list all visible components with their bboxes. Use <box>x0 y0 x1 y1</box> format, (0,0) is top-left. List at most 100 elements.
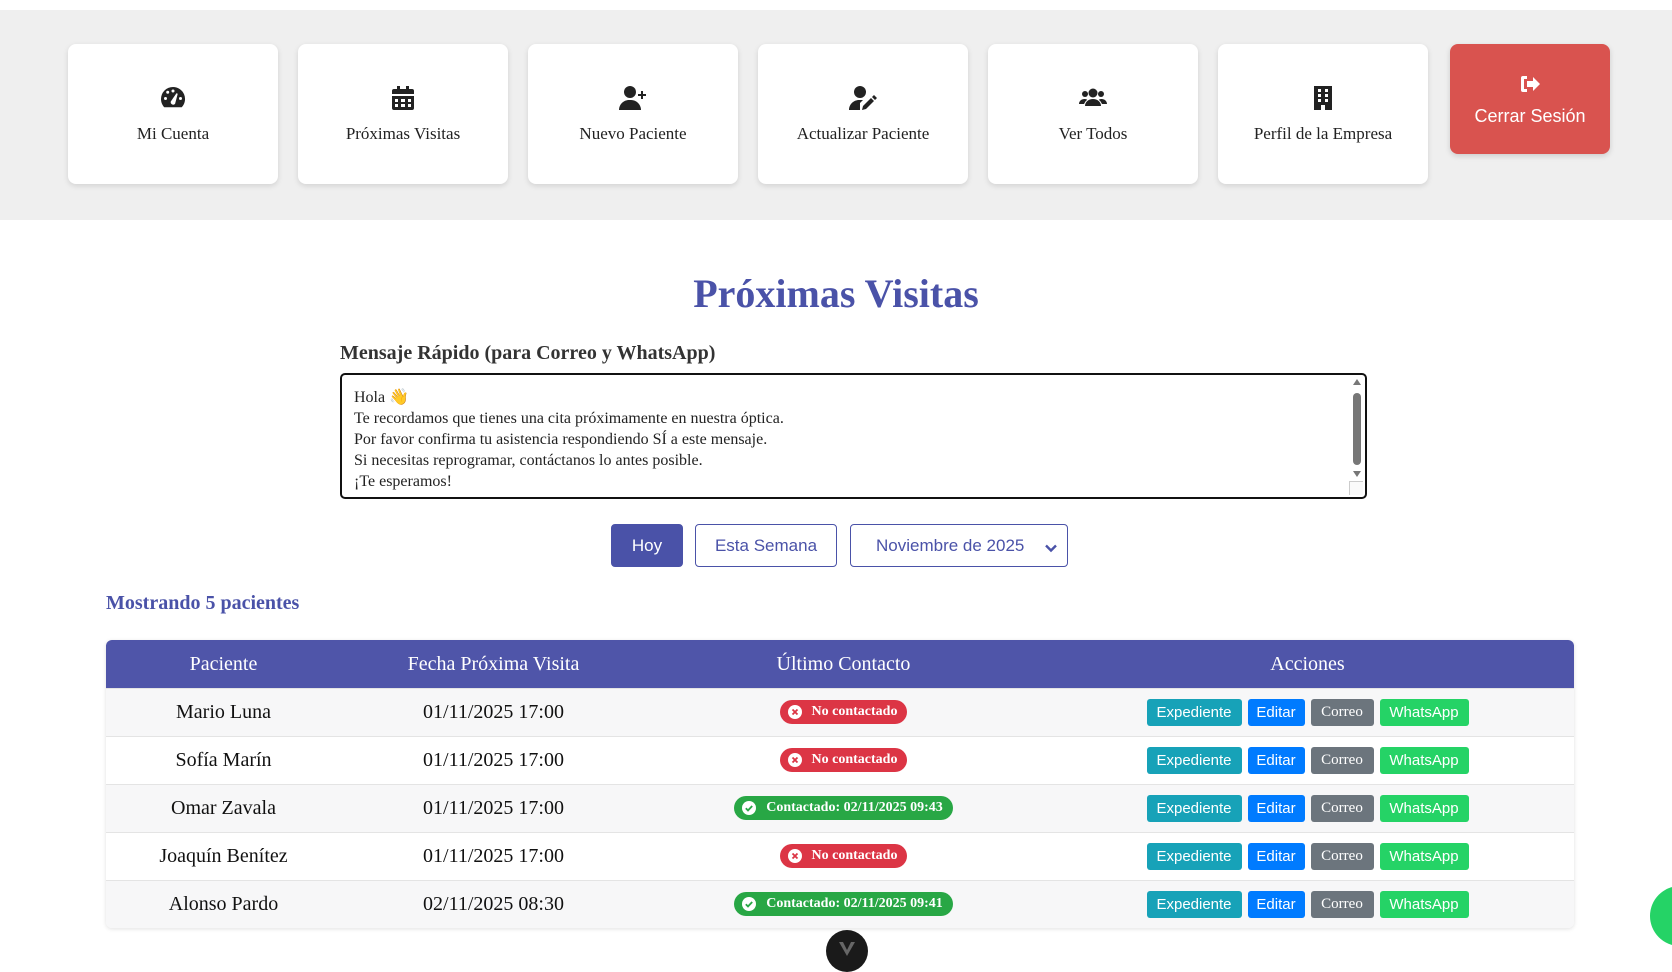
nav-label: Nuevo Paciente <box>579 124 687 143</box>
quick-message-textarea[interactable]: Hola 👋 Te recordamos que tienes una cita… <box>340 373 1367 499</box>
building-icon <box>1309 84 1337 112</box>
nav-mi-cuenta[interactable]: Mi Cuenta <box>68 44 278 184</box>
message-line: Si necesitas reprogramar, contáctanos lo… <box>354 452 703 469</box>
column-header: Paciente <box>189 652 258 675</box>
table-body: Mario Luna 01/11/2025 17:00 No contactad… <box>106 688 1574 928</box>
visit-date: 02/11/2025 08:30 <box>423 893 564 915</box>
record-button[interactable]: Expediente <box>1146 747 1242 774</box>
visit-date: 01/11/2025 17:00 <box>423 797 564 819</box>
nav-nuevo-paciente[interactable]: Nuevo Paciente <box>528 44 738 184</box>
users-icon <box>1079 84 1107 112</box>
whatsapp-button[interactable]: WhatsApp <box>1379 843 1469 870</box>
resize-handle[interactable] <box>1349 481 1363 495</box>
whatsapp-button[interactable]: WhatsApp <box>1379 699 1469 726</box>
nav-actualizar-paciente[interactable]: Actualizar Paciente <box>758 44 968 184</box>
edit-button[interactable]: Editar <box>1247 699 1305 726</box>
edit-button[interactable]: Editar <box>1247 747 1305 774</box>
nav-label: Ver Todos <box>1058 124 1128 143</box>
message-line: Por favor confirma tu asistencia respond… <box>354 431 768 448</box>
v-logo-icon <box>839 942 855 956</box>
scroll-up-arrow-icon[interactable] <box>1353 379 1361 385</box>
status-text: No contactado <box>811 752 898 767</box>
logout-label: Cerrar Sesión <box>1474 105 1586 126</box>
record-button[interactable]: Expediente <box>1146 891 1242 918</box>
patient-name: Mario Luna <box>176 701 271 723</box>
column-header: Acciones <box>1270 652 1345 675</box>
results-count: Mostrando 5 pacientes <box>106 592 300 614</box>
status-text: Contactado: 02/11/2025 09:43 <box>766 800 943 815</box>
nav-label: Próximas Visitas <box>345 124 461 143</box>
x-circle-icon <box>787 705 802 719</box>
check-circle-icon <box>742 897 757 911</box>
nav-label: Mi Cuenta <box>136 124 210 143</box>
whatsapp-button[interactable]: WhatsApp <box>1379 747 1469 774</box>
table-row: Joaquín Benítez 01/11/2025 17:00 No cont… <box>106 832 1574 880</box>
top-navigation: Mi Cuenta Próximas Visitas Nuevo Pacient… <box>0 10 1672 220</box>
status-badge: No contactado <box>779 748 908 772</box>
gauge-icon <box>159 84 187 112</box>
visit-date: 01/11/2025 17:00 <box>423 845 564 867</box>
message-line: Te recordamos que tienes una cita próxim… <box>354 410 784 427</box>
patient-name: Sofía Marín <box>175 749 272 771</box>
check-circle-icon <box>742 801 757 815</box>
nav-label: Perfil de la Empresa <box>1253 124 1393 143</box>
status-badge: Contactado: 02/11/2025 09:41 <box>734 892 953 916</box>
patient-name: Omar Zavala <box>171 797 276 819</box>
table-header: Paciente Fecha Próxima Visita Último Con… <box>106 640 1574 688</box>
status-badge: No contactado <box>779 700 908 724</box>
message-line: Hola 👋 <box>354 389 410 406</box>
scroll-down-arrow-icon[interactable] <box>1353 471 1361 477</box>
table-row: Omar Zavala 01/11/2025 17:00 Contactado:… <box>106 784 1574 832</box>
whatsapp-button[interactable]: WhatsApp <box>1379 891 1469 918</box>
floating-toolbar-button[interactable] <box>826 930 868 972</box>
nav-label: Actualizar Paciente <box>796 124 930 143</box>
record-button[interactable]: Expediente <box>1146 843 1242 870</box>
page-title: Próximas Visitas <box>693 271 979 316</box>
edit-button[interactable]: Editar <box>1247 891 1305 918</box>
column-header: Último Contacto <box>776 652 911 675</box>
record-button[interactable]: Expediente <box>1146 795 1242 822</box>
patient-name: Alonso Pardo <box>168 893 279 915</box>
status-badge: No contactado <box>779 844 908 868</box>
chevron-down-icon <box>1045 539 1057 553</box>
textarea-scrollbar[interactable] <box>1351 377 1363 495</box>
whatsapp-button[interactable]: WhatsApp <box>1379 795 1469 822</box>
patients-table: Paciente Fecha Próxima Visita Último Con… <box>106 640 1574 928</box>
table-row: Mario Luna 01/11/2025 17:00 No contactad… <box>106 688 1574 736</box>
filter-today-button[interactable]: Hoy <box>611 524 683 567</box>
x-circle-icon <box>787 849 802 863</box>
floating-whatsapp-button[interactable] <box>1650 886 1672 946</box>
x-circle-icon <box>787 753 802 767</box>
table-row: Sofía Marín 01/11/2025 17:00 No contacta… <box>106 736 1574 784</box>
email-button[interactable]: Correo <box>1310 843 1374 870</box>
status-text: No contactado <box>811 704 898 719</box>
patient-name: Joaquín Benítez <box>159 845 288 867</box>
email-button[interactable]: Correo <box>1310 795 1374 822</box>
email-button[interactable]: Correo <box>1310 891 1374 918</box>
nav-proximas-visitas[interactable]: Próximas Visitas <box>298 44 508 184</box>
email-button[interactable]: Correo <box>1310 699 1374 726</box>
status-badge: Contactado: 02/11/2025 09:43 <box>734 796 953 820</box>
scroll-thumb[interactable] <box>1353 393 1361 465</box>
edit-button[interactable]: Editar <box>1247 795 1305 822</box>
record-button[interactable]: Expediente <box>1146 699 1242 726</box>
status-text: No contactado <box>811 848 898 863</box>
user-edit-icon <box>849 84 877 112</box>
visit-date: 01/11/2025 17:00 <box>423 701 564 723</box>
message-line: ¡Te esperamos! <box>354 473 452 490</box>
status-text: Contactado: 02/11/2025 09:41 <box>766 896 943 911</box>
nav-perfil-empresa[interactable]: Perfil de la Empresa <box>1218 44 1428 184</box>
month-select[interactable]: Noviembre de 2025 <box>850 524 1068 567</box>
logout-button[interactable]: Cerrar Sesión <box>1450 44 1610 154</box>
top-strip <box>0 0 1672 10</box>
email-button[interactable]: Correo <box>1310 747 1374 774</box>
month-select-value: Noviembre de 2025 <box>876 535 1025 555</box>
calendar-icon <box>389 84 417 112</box>
nav-ver-todos[interactable]: Ver Todos <box>988 44 1198 184</box>
visit-date: 01/11/2025 17:00 <box>423 749 564 771</box>
edit-button[interactable]: Editar <box>1247 843 1305 870</box>
user-plus-icon <box>619 84 647 112</box>
quick-message-label: Mensaje Rápido (para Correo y WhatsApp) <box>340 342 716 364</box>
column-header: Fecha Próxima Visita <box>407 652 580 675</box>
filter-week-button[interactable]: Esta Semana <box>695 524 837 567</box>
